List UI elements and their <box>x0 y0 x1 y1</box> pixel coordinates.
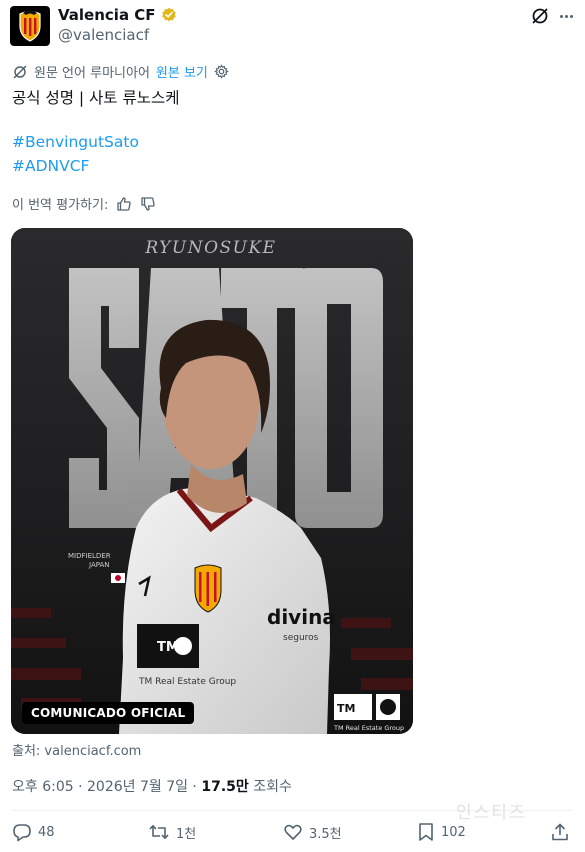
source-caption[interactable]: 출처: valenciacf.com <box>12 740 141 759</box>
like-count: 3.5천 <box>309 826 342 842</box>
position-label: MIDFIELDER <box>68 552 111 560</box>
more-options-icon[interactable] <box>555 6 577 26</box>
hashtag-link[interactable]: #BenvingutSato <box>12 133 139 151</box>
show-original-link[interactable]: 원본 보기 <box>156 62 208 81</box>
tweet-media-image[interactable]: RYUNOSUKE TM TM Real Estate Group divina… <box>11 228 413 734</box>
hashtag-link[interactable]: #ADNVCF <box>12 157 89 175</box>
official-statement-badge: COMUNICADO OFICIAL <box>22 702 195 724</box>
display-name[interactable]: Valencia CF <box>58 6 156 24</box>
user-handle[interactable]: @valenciacf <box>58 26 149 44</box>
watermark-text: 인스티즈 <box>456 803 527 823</box>
reply-icon <box>13 824 31 842</box>
view-count: 17.5만 <box>201 779 249 795</box>
timestamp[interactable]: 오후 6:05 · 2026년 7월 7일 · <box>12 779 201 795</box>
svg-text:TM: TM <box>337 702 355 715</box>
heart-icon <box>284 824 302 840</box>
reply-button[interactable]: 48 <box>12 822 55 842</box>
tweet-action-bar: 48 1천 3.5천 102 <box>12 822 572 848</box>
player-first-name: RYUNOSUKE <box>144 238 276 258</box>
reply-count: 48 <box>38 824 55 840</box>
verified-badge-icon <box>161 7 176 22</box>
grok-icon[interactable] <box>530 6 550 26</box>
rate-translation-row: 이 번역 평가하기: <box>12 194 156 213</box>
retweet-count: 1천 <box>176 826 197 842</box>
translation-notice: 원문 언어 루마니아어 원본 보기 <box>12 62 229 81</box>
share-button[interactable] <box>550 822 570 842</box>
bookmark-button[interactable]: 102 <box>417 822 466 842</box>
avatar[interactable] <box>10 6 50 46</box>
bookmark-icon <box>419 823 433 841</box>
views-label: 조회수 <box>248 779 292 795</box>
valencia-crest-icon <box>19 10 41 42</box>
country-label: JAPAN <box>88 561 110 569</box>
rate-translation-label: 이 번역 평가하기: <box>12 198 109 213</box>
player-announcement-graphic: RYUNOSUKE TM TM Real Estate Group divina… <box>11 228 413 734</box>
settings-gear-icon[interactable] <box>214 64 229 79</box>
author-name-row[interactable]: Valencia CF <box>58 6 177 24</box>
share-icon <box>552 823 568 841</box>
shirt-sponsor-text: TM Real Estate Group <box>138 677 236 687</box>
retweet-button[interactable]: 1천 <box>148 822 196 842</box>
thumbs-up-icon[interactable] <box>116 196 132 212</box>
corner-logo-text: TM Real Estate Group <box>333 724 404 732</box>
retweet-icon <box>149 825 169 839</box>
tweet-meta: 오후 6:05 · 2026년 7월 7일 · 17.5만 조회수 <box>12 776 292 796</box>
like-button[interactable]: 3.5천 <box>283 822 342 842</box>
thumbs-down-icon[interactable] <box>140 196 156 212</box>
sleeve-sponsor-text: divina <box>267 605 336 629</box>
translation-source-label: 원문 언어 루마니아어 <box>34 66 150 81</box>
sleeve-sponsor-sub: seguros <box>283 633 319 643</box>
bookmark-count: 102 <box>441 824 466 840</box>
tweet-text: 공식 성명 | 사토 류노스케 <box>12 89 180 107</box>
translate-grok-icon <box>13 64 27 79</box>
